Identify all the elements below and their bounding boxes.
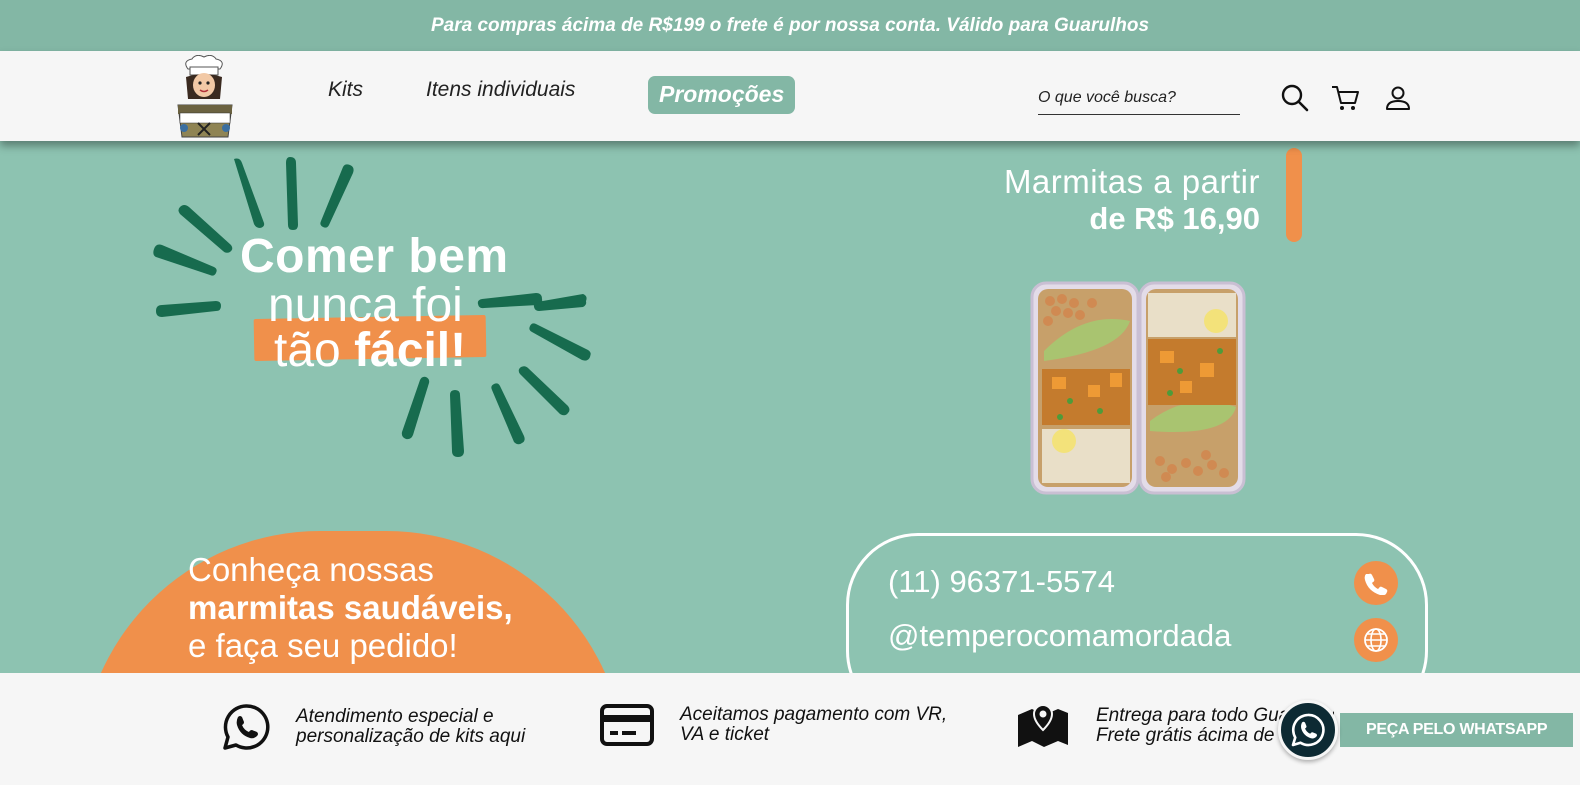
- headline-line-3-bold: fácil!: [354, 324, 467, 377]
- logo[interactable]: [172, 54, 238, 141]
- chef-logo-icon: [177, 54, 233, 138]
- headline-line-3: tão fácil!: [274, 323, 540, 378]
- cta-line-2: marmitas saudáveis,: [188, 589, 513, 627]
- nav-itens-individuais[interactable]: Itens individuais: [426, 78, 575, 102]
- whatsapp-icon: [223, 704, 270, 750]
- headline-line-1: Comer bem: [240, 230, 509, 283]
- whatsapp-button-label: PEÇA PELO WHATSAPP: [1340, 713, 1574, 747]
- whatsapp-order-button[interactable]: PEÇA PELO WHATSAPP: [1278, 700, 1580, 760]
- search-input[interactable]: [1038, 81, 1240, 115]
- credit-card-icon: [600, 704, 654, 746]
- cta-line-3: e faça seu pedido!: [188, 627, 458, 664]
- cta-line-2-comma: ,: [503, 589, 513, 626]
- price-line-1: Marmitas a partir: [1003, 163, 1260, 200]
- globe-icon[interactable]: [1354, 618, 1398, 662]
- site-header: Kits Itens individuais Promoções: [0, 51, 1580, 141]
- phone-icon[interactable]: [1354, 561, 1398, 605]
- price-line-2: de R$ 16,90: [1089, 201, 1260, 236]
- marmita-food-image: [1030, 281, 1246, 495]
- whatsapp-button-icon: [1278, 700, 1338, 760]
- feature-pagamento-text: Aceitamos pagamento com VR, VA e ticket: [680, 704, 948, 745]
- cart-icon[interactable]: [1330, 83, 1362, 115]
- feature-atendimento[interactable]: Atendimento especial e personalização de…: [222, 703, 525, 751]
- cta-line-1: Conheça nossas: [188, 551, 434, 588]
- cta-line-2-bold: marmitas saudáveis: [188, 589, 504, 626]
- feature-atendimento-text: Atendimento especial e personalização de…: [296, 706, 526, 747]
- feature-pagamento[interactable]: Aceitamos pagamento com VR, VA e ticket: [600, 703, 947, 747]
- price-callout: Marmitas a partir de R$ 16,90: [1004, 163, 1260, 237]
- nav-kits[interactable]: Kits: [328, 78, 363, 102]
- price-accent-bar: [1286, 148, 1302, 242]
- cta-text: Conheça nossas marmitas saudáveis, e faç…: [188, 551, 513, 665]
- map-icon: [1018, 703, 1068, 747]
- hero-banner: Comer bem nunca foi tão fácil! Conheça n…: [0, 141, 1580, 673]
- nav-promocoes[interactable]: Promoções: [648, 76, 796, 114]
- headline-line-3-prefix: tão: [274, 324, 355, 377]
- user-icon[interactable]: [1383, 83, 1415, 115]
- phone-number[interactable]: (11) 96371-5574: [888, 564, 1115, 600]
- hero-headline: Comer bem nunca foi tão fácil!: [240, 229, 540, 378]
- announcement-bar: Para compras ácima de R$199 o frete é po…: [0, 0, 1580, 51]
- instagram-handle[interactable]: @temperocomamordada: [888, 618, 1231, 654]
- search-icon[interactable]: [1280, 83, 1312, 115]
- whatsapp-button-label-wrap: PEÇA PELO WHATSAPP: [1334, 707, 1580, 753]
